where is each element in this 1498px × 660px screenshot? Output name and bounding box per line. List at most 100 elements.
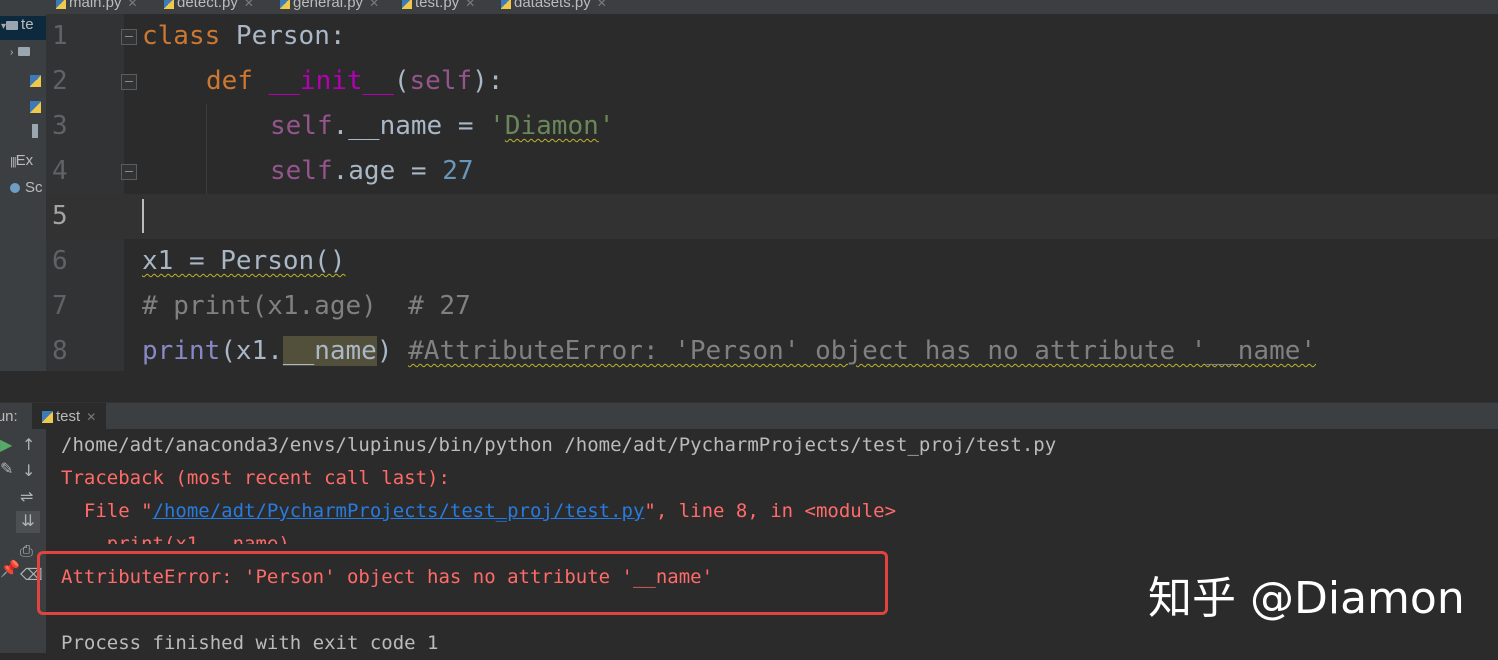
code-line-3: self.__name = 'Diamon'	[142, 104, 614, 149]
run-label: Run:	[0, 408, 18, 425]
code-text: )	[376, 336, 393, 366]
self-ref: self	[270, 111, 333, 141]
tab-main-py[interactable]: main.py ✕	[56, 0, 138, 14]
code-text: Person:	[220, 21, 346, 51]
close-tab-icon[interactable]: ✕	[244, 0, 254, 10]
text-file-icon	[32, 124, 38, 138]
file-link[interactable]: /home/adt/PycharmProjects/test_proj/test…	[153, 500, 645, 522]
code-text: (x1.	[220, 336, 283, 366]
line-number: 8	[52, 336, 68, 366]
close-tab-icon[interactable]: ✕	[128, 0, 138, 10]
run-panel-header: Run: test ✕	[0, 402, 1498, 430]
soft-wrap-icon[interactable]: ⇌	[20, 487, 33, 506]
python-file-icon	[402, 0, 412, 9]
tab-label: main.py	[69, 0, 122, 11]
python-file-icon	[30, 75, 41, 88]
folder-icon	[6, 20, 19, 30]
text-caret	[142, 199, 144, 233]
python-file-icon	[164, 0, 174, 9]
line-number: 6	[52, 246, 68, 276]
string-quote: '	[489, 111, 505, 141]
tab-label: detect.py	[177, 0, 238, 11]
panel-splitter[interactable]	[0, 371, 1498, 402]
code-text: .__name =	[332, 111, 490, 141]
line-number: 2	[52, 66, 68, 96]
fold-marker-icon[interactable]	[121, 74, 137, 90]
string-literal: Diamon	[504, 111, 599, 141]
python-file-icon	[30, 101, 41, 114]
code-text: ):	[472, 66, 504, 96]
run-tab-label: test	[56, 408, 81, 425]
close-tab-icon[interactable]: ✕	[86, 410, 96, 424]
project-root-label: te	[21, 16, 34, 33]
python-file-icon	[56, 0, 66, 9]
number-literal: 27	[442, 156, 474, 186]
tab-detect-py[interactable]: detect.py ✕	[164, 0, 254, 14]
console-text: File "	[61, 500, 153, 522]
pin-icon[interactable]: 📌	[0, 559, 20, 578]
tab-general-py[interactable]: general.py ✕	[280, 0, 379, 14]
line-number: 3	[52, 111, 68, 141]
keyword: class	[142, 21, 221, 51]
scratches-item[interactable]: Sc	[10, 179, 43, 203]
scroll-down-icon[interactable]: ↓	[22, 461, 35, 480]
expand-icon[interactable]: ›	[10, 47, 13, 58]
builtin-function: print	[142, 336, 221, 366]
error-highlight-box	[37, 551, 888, 615]
line-number-current: 5	[52, 201, 68, 231]
code-line-2: def __init__(self):	[142, 59, 503, 104]
console-text: ", line 8, in <module>	[644, 500, 897, 522]
line-number: 4	[52, 156, 68, 186]
line-number: 7	[52, 291, 68, 321]
string-quote: '	[598, 111, 615, 141]
close-tab-icon[interactable]: ✕	[465, 0, 475, 10]
code-line-6: x1 = Person()	[142, 239, 346, 284]
project-root-row[interactable]: ▾ te	[0, 16, 46, 40]
close-tab-icon[interactable]: ✕	[369, 0, 379, 10]
line-number: 1	[52, 21, 68, 51]
code-line-8: print(x1.__name) #AttributeError: 'Perso…	[142, 329, 1316, 374]
project-panel: ▾ te › |||Ex Sc	[0, 0, 46, 402]
tab-datasets-py[interactable]: datasets.py ✕	[501, 0, 607, 14]
code-line-7: # print(x1.age) # 27	[142, 284, 471, 329]
scroll-to-end-icon[interactable]: ⇊	[16, 511, 40, 533]
scroll-up-icon[interactable]: ↑	[22, 435, 35, 454]
self-ref: self	[270, 156, 333, 186]
project-subfolder[interactable]: ›	[10, 42, 33, 66]
wrench-icon[interactable]: ✎	[0, 459, 13, 478]
console-line-source: print(x1.__name)	[61, 533, 290, 544]
project-file[interactable]	[32, 124, 38, 148]
rerun-icon[interactable]: ▶	[0, 435, 12, 454]
python-file-icon	[42, 411, 53, 424]
fold-end-marker-icon[interactable]	[121, 164, 137, 180]
project-file[interactable]	[30, 98, 44, 122]
tab-test-py[interactable]: test.py ✕	[392, 0, 498, 14]
close-tab-icon[interactable]: ✕	[597, 0, 607, 10]
code-line-1: class Person:	[142, 14, 346, 59]
scratches-label: Sc	[25, 179, 43, 196]
self-param: self	[409, 66, 473, 96]
run-tab-test[interactable]: test ✕	[32, 403, 107, 430]
code-text: .age =	[332, 156, 443, 186]
project-file[interactable]	[30, 72, 44, 96]
comment: #AttributeError: 'Person' object has no …	[408, 336, 1317, 366]
print-icon[interactable]: ⎙	[20, 541, 33, 561]
tab-label: general.py	[293, 0, 364, 11]
console-line-command: /home/adt/anaconda3/envs/lupinus/bin/pyt…	[61, 434, 1057, 456]
python-file-icon	[501, 0, 511, 9]
watermark: 知乎 @Diamon	[1148, 573, 1465, 624]
folder-icon	[17, 46, 30, 56]
highlighted-attribute: __name	[282, 336, 377, 366]
external-libraries-item[interactable]: |||Ex	[10, 152, 33, 176]
fold-marker-icon[interactable]	[121, 29, 137, 45]
current-line-highlight	[46, 194, 1498, 239]
comment: # print(x1.age) # 27	[142, 291, 471, 321]
console-line-file: File "/home/adt/PycharmProjects/test_pro…	[61, 495, 896, 528]
run-toolbar: ▶ ↑ ↓ ✎ ⇌ ⇊ ⎙ ⌫ 📌	[0, 429, 46, 653]
magic-method-name: __init__	[268, 66, 394, 96]
tab-label: datasets.py	[514, 0, 591, 11]
code-text: (	[393, 66, 410, 96]
editor-tab-bar: main.py ✕ detect.py ✕ general.py ✕ test.py ✕…	[46, 0, 1498, 15]
